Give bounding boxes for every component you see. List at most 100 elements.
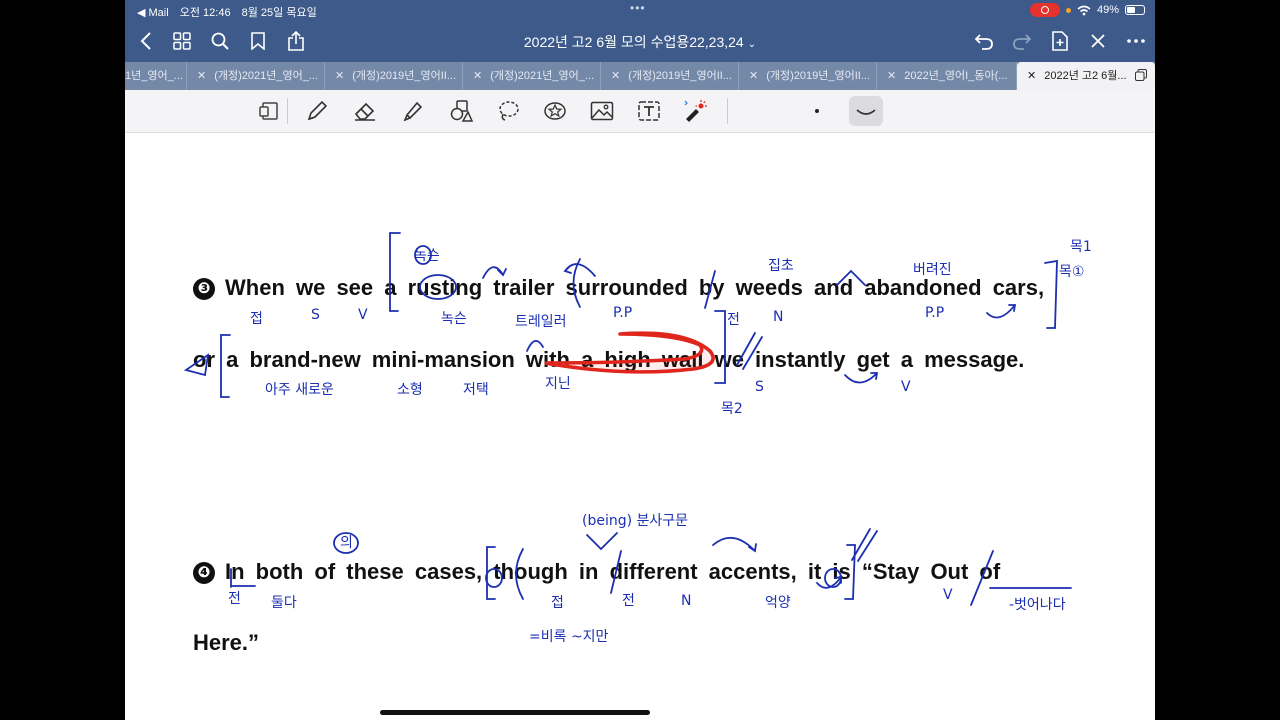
slash-stroke (736, 332, 763, 370)
annotation-label: 접 (250, 311, 263, 327)
chevron-down-icon: ⌄ (747, 39, 757, 50)
annotation-label: 목1 (1070, 239, 1092, 255)
document-tab[interactable]: ✕ (개정)2019년_영어II... (325, 62, 463, 90)
paren-stroke (572, 258, 581, 308)
shape-tool-button[interactable] (447, 97, 475, 125)
status-bar: ◀ Mail 오전 12:46 8월 25일 목요일 ••• 49% (125, 0, 1155, 20)
annotation-label: P.P (613, 305, 632, 321)
status-right: 49% (1029, 3, 1145, 17)
sticker-tool-button[interactable] (541, 97, 569, 125)
annotation-label: -벗어나다 (1009, 597, 1066, 613)
annotation-label: 지닌 (545, 376, 571, 392)
annotation-label: 의 (340, 535, 353, 551)
annotation-label: 전 (622, 593, 635, 609)
pen-tool-button[interactable] (303, 97, 331, 125)
document-tab[interactable]: ✕ (개정)2021년_영어_... (187, 62, 325, 90)
redo-icon (1013, 34, 1032, 50)
annotation-label: S (755, 379, 764, 395)
tab-label: (개정)2019년_영어II... (766, 70, 871, 82)
eraser-tool-button[interactable] (351, 97, 379, 125)
slash-stroke (610, 550, 622, 594)
close-tab-icon[interactable]: ✕ (335, 70, 344, 82)
caret-stroke (586, 532, 618, 551)
close-tab-icon[interactable]: ✕ (749, 70, 758, 82)
annotation-label: 접 (551, 595, 564, 611)
annotation-label: 전 (727, 312, 740, 328)
annotation-label: S (311, 307, 320, 323)
annotation-label: 전 (228, 591, 241, 607)
battery-icon (1125, 5, 1145, 15)
more-options-button[interactable] (1123, 28, 1149, 54)
mic-indicator-icon (1065, 7, 1071, 13)
document-tab-bar: 1년_영어_... ✕ (개정)2021년_영어_... ✕ (개정)2019년_영… (125, 62, 1155, 90)
circle-stroke (485, 568, 503, 588)
add-page-button[interactable] (1047, 28, 1073, 54)
annotation-label: 아주 새로운 (265, 382, 334, 398)
annotation-label: 저택 (463, 382, 489, 398)
eraser-icon (354, 102, 375, 121)
close-tools-button[interactable] (1085, 28, 1111, 54)
stroke-style-option-selected[interactable] (849, 96, 883, 126)
image-tool-button[interactable] (588, 97, 616, 125)
lasso-icon (499, 101, 519, 121)
tab-label: (개정)2019년_영어II... (628, 70, 733, 82)
annotation-label: P.P (925, 305, 944, 321)
annotation-label: 집초 (768, 258, 794, 274)
annotation-label: V (358, 307, 368, 323)
tab-label: (개정)2021년_영어_... (490, 70, 595, 82)
undo-button[interactable] (971, 28, 997, 54)
annotation-label: V (901, 379, 911, 395)
document-tab[interactable]: ✕ (개정)2021년_영어_... (463, 62, 601, 90)
close-tab-icon[interactable]: ✕ (197, 70, 206, 82)
toolbar-divider (287, 98, 288, 124)
close-tab-icon[interactable]: ✕ (611, 70, 620, 82)
ipad-screen: ◀ Mail 오전 12:46 8월 25일 목요일 ••• 49% 2022년… (125, 0, 1155, 720)
read-mode-button[interactable] (256, 97, 284, 125)
handwritten-annotations-layer: 목1 녹슨 집초 버려진 목① 접 S V 녹슨 트레일러 P.P 전 N P.… (183, 232, 1092, 645)
multitasking-dots-icon[interactable]: ••• (630, 1, 646, 15)
annotation-label: (being) 분사구문 (582, 513, 688, 529)
stroke-curve-icon (856, 109, 876, 115)
tab-label: (개정)2019년_영어II... (352, 70, 457, 82)
battery-percent: 49% (1096, 4, 1119, 16)
add-page-icon (1052, 31, 1068, 51)
undo-icon (974, 34, 993, 50)
annotation-toolbar (125, 90, 1155, 133)
document-tab[interactable]: ✕ (개정)2019년_영어II... (739, 62, 877, 90)
text-tool-button[interactable] (635, 97, 663, 125)
tab-label: 2022년_영어I_동아(... (904, 70, 1008, 82)
back-to-app-link[interactable]: ◀ Mail (137, 7, 169, 19)
annotation-label: 목2 (721, 401, 743, 417)
status-date: 8월 25일 목요일 (241, 7, 317, 19)
tab-label: (개정)2021년_영어_... (214, 70, 319, 82)
slash-stroke (704, 270, 716, 309)
annotation-label: V (943, 587, 953, 603)
close-tab-icon[interactable]: ✕ (473, 70, 482, 82)
bracket-stroke (714, 310, 726, 384)
redo-button[interactable] (1009, 28, 1035, 54)
document-tab[interactable]: ✕ (개정)2019년_영어II... (601, 62, 739, 90)
tab-label: 1년_영어_... (125, 70, 183, 82)
document-tab[interactable]: ✕ 2022년_영어I_동아(... (877, 62, 1017, 90)
arrow-stroke (712, 536, 757, 553)
close-tab-icon[interactable]: ✕ (887, 70, 896, 82)
document-title[interactable]: 2022년 고2 6월 모의 수업용22,23,24 ⌄ (125, 32, 1155, 52)
annotation-label: 소형 (397, 382, 423, 398)
home-indicator[interactable] (380, 710, 650, 715)
status-time: 오전 12:46 (179, 7, 231, 19)
status-left: ◀ Mail 오전 12:46 8월 25일 목요일 (137, 4, 325, 20)
document-page[interactable]: ❸ When we see a rusting trailer surrounde… (125, 133, 1155, 720)
close-icon (1091, 34, 1105, 48)
arrow-stroke (563, 263, 596, 277)
duplicate-window-icon[interactable] (1135, 69, 1147, 81)
highlighter-tool-button[interactable] (399, 97, 427, 125)
document-tab-active[interactable]: ✕ 2022년 고2 6월... (1017, 62, 1155, 90)
document-tab[interactable]: 1년_영어_... (125, 62, 187, 90)
wifi-icon (1077, 5, 1091, 15)
stroke-thin-option-icon[interactable] (815, 109, 819, 113)
lasso-tool-button[interactable] (495, 97, 523, 125)
laser-pointer-button[interactable] (681, 97, 709, 125)
close-tab-icon[interactable]: ✕ (1027, 70, 1036, 82)
screen-recording-icon[interactable] (1029, 3, 1060, 17)
annotation-label: N (681, 593, 691, 609)
